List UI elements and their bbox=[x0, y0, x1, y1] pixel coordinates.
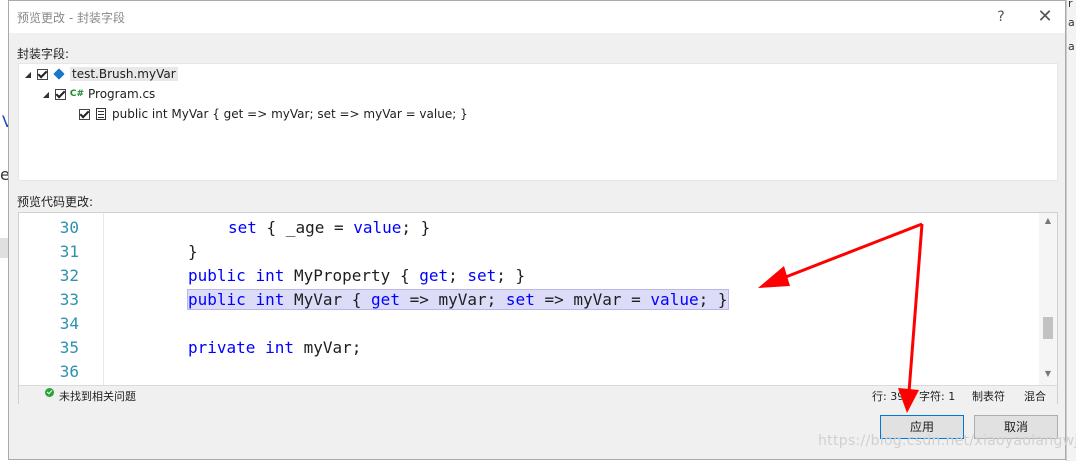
tree-node-label: Program.cs bbox=[88, 87, 156, 101]
expanded-triangle-icon[interactable]: ◢ bbox=[23, 70, 33, 79]
check-circle-icon bbox=[45, 388, 54, 397]
code-editor[interactable]: set { _age = value; } } public int MyPro… bbox=[104, 213, 1034, 385]
code-line-33-highlighted: public int MyVar { get => myVar; set => … bbox=[187, 289, 729, 310]
fields-section-label: 封装字段: bbox=[17, 47, 70, 61]
line-number-gutter: 30 31 32 33 34 35 36 bbox=[19, 213, 104, 385]
code-line-35: private int myVar; bbox=[188, 338, 362, 357]
code-line-32: public int MyProperty { get; set; } bbox=[188, 266, 526, 285]
class-icon bbox=[52, 67, 66, 81]
scroll-up-icon[interactable]: ▲ bbox=[1039, 216, 1057, 225]
close-button[interactable]: ✕ bbox=[1031, 6, 1059, 28]
background-bar bbox=[0, 238, 8, 258]
help-button[interactable]: ? bbox=[987, 6, 1015, 28]
tree-node-property[interactable]: public int MyVar { get => myVar; set => … bbox=[79, 105, 468, 123]
preview-changes-dialog: 预览更改 - 封装字段 ? ✕ 封装字段: ◢ test.Brush.myVar… bbox=[8, 0, 1066, 460]
code-preview-panel[interactable]: 30 31 32 33 34 35 36 set { _age = value;… bbox=[18, 212, 1058, 404]
line-number: 32 bbox=[59, 266, 79, 285]
checkbox[interactable] bbox=[37, 68, 48, 80]
line-number: 31 bbox=[59, 242, 79, 261]
csharp-file-icon: C# bbox=[69, 89, 85, 99]
checkbox[interactable] bbox=[55, 88, 66, 100]
background-glyph: a bbox=[1068, 16, 1075, 29]
background-window-left: V e bbox=[0, 0, 13, 461]
fields-tree[interactable]: ◢ test.Brush.myVar ◢ C# Program.cs publi… bbox=[18, 63, 1058, 181]
line-ending-indicator[interactable]: 混合 bbox=[1024, 388, 1046, 404]
background-glyph: r bbox=[1068, 0, 1073, 10]
preview-section-label: 预览代码更改: bbox=[17, 195, 94, 209]
checkbox[interactable] bbox=[79, 108, 90, 120]
code-line-30: set { _age = value; } bbox=[228, 218, 431, 237]
tree-node-class[interactable]: ◢ test.Brush.myVar bbox=[23, 65, 178, 83]
background-glyph: a bbox=[1068, 40, 1075, 53]
dialog-title: 预览更改 - 封装字段 bbox=[17, 11, 125, 25]
line-number: 34 bbox=[59, 314, 79, 333]
expanded-triangle-icon[interactable]: ◢ bbox=[41, 90, 51, 99]
line-number: 33 bbox=[59, 290, 79, 309]
title-bar: 预览更改 - 封装字段 ? ✕ bbox=[9, 1, 1065, 33]
background-window-right: r a a bbox=[1066, 0, 1076, 461]
editor-status-bar: 未找到相关问题 行: 39 字符: 1 制表符 混合 bbox=[19, 385, 1057, 404]
line-indicator: 行: 39 bbox=[872, 390, 905, 403]
tree-node-label: public int MyVar { get => myVar; set => … bbox=[112, 107, 468, 121]
property-icon bbox=[94, 107, 108, 121]
tabs-indicator[interactable]: 制表符 bbox=[972, 388, 1005, 404]
tree-node-file[interactable]: ◢ C# Program.cs bbox=[41, 85, 155, 103]
char-indicator: 字符: 1 bbox=[919, 390, 956, 403]
watermark: https://blog.csdn.net/xiaoyaolangwj bbox=[818, 433, 1076, 449]
code-line-31: } bbox=[188, 242, 198, 261]
line-number: 36 bbox=[59, 362, 79, 381]
scroll-down-icon[interactable]: ▼ bbox=[1039, 369, 1057, 378]
line-number: 35 bbox=[59, 338, 79, 357]
vertical-scrollbar[interactable]: ▲ ▼ bbox=[1039, 213, 1057, 385]
tree-node-label: test.Brush.myVar bbox=[70, 67, 178, 81]
scrollbar-thumb[interactable] bbox=[1043, 317, 1053, 339]
line-number: 30 bbox=[59, 218, 79, 237]
issues-status[interactable]: 未找到相关问题 bbox=[59, 388, 136, 404]
